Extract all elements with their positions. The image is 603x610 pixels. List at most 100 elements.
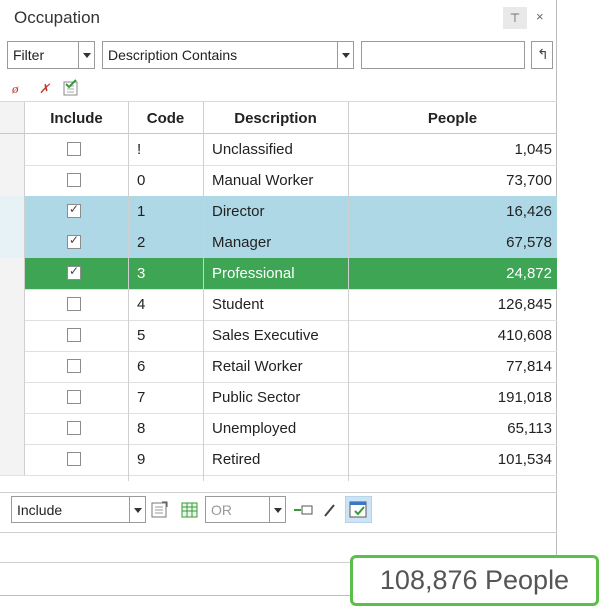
table-row[interactable]: 1 Director 16,426 [0, 196, 557, 227]
description-cell: Student [212, 296, 264, 313]
table-row[interactable]: 7 Public Sector 191,018 [0, 382, 557, 413]
code-cell: 2 [137, 234, 146, 251]
row-header[interactable] [0, 165, 25, 196]
table-row[interactable]: 5 Sales Executive 410,608 [0, 320, 557, 351]
include-checkbox[interactable] [67, 297, 81, 311]
pencil-icon[interactable] [322, 501, 338, 519]
apply-icon[interactable] [345, 496, 372, 523]
include-checkbox[interactable] [67, 233, 81, 249]
bottom-toolbar: Include OR [0, 492, 557, 526]
table-row[interactable]: 9 Retired 101,534 [0, 444, 557, 475]
apply-filter-button[interactable]: ↰ [531, 41, 553, 69]
row-header[interactable] [0, 227, 25, 258]
row-header[interactable] [0, 351, 25, 382]
include-checkbox[interactable] [67, 421, 81, 435]
include-checkbox[interactable] [67, 390, 81, 404]
people-cell: 410,608 [497, 327, 552, 344]
column-divider [128, 101, 129, 481]
row-header[interactable] [0, 320, 25, 351]
filter-mode-value: Filter [13, 47, 45, 63]
include-checkbox[interactable] [67, 452, 81, 466]
column-divider [203, 101, 204, 481]
pin-icon[interactable]: ⊤ [503, 7, 527, 29]
people-cell: 77,814 [506, 358, 552, 375]
people-cell: 16,426 [506, 203, 552, 220]
code-cell: 0 [137, 172, 146, 189]
column-header-include[interactable]: Include [25, 101, 128, 134]
table-row[interactable]: ! Unclassified 1,045 [0, 134, 557, 165]
filter-criterion-value: Description Contains [108, 47, 238, 63]
table-row[interactable]: 4 Student 126,845 [0, 289, 557, 320]
include-checkbox[interactable] [67, 328, 81, 342]
description-cell: Retail Worker [212, 358, 303, 375]
people-cell: 67,578 [506, 234, 552, 251]
include-checkbox[interactable] [67, 142, 81, 156]
row-header[interactable] [0, 444, 25, 475]
remove-selection-icon[interactable]: ✗ [36, 80, 52, 96]
description-cell: Professional [212, 265, 295, 282]
close-icon[interactable]: × [536, 9, 544, 24]
column-header-people[interactable]: People [348, 101, 557, 134]
edit-list-icon[interactable] [150, 500, 170, 520]
filter-mode-dropdown[interactable]: Filter [7, 41, 95, 69]
chevron-down-icon[interactable] [78, 42, 94, 68]
enter-icon: ↰ [537, 46, 549, 62]
people-cell: 126,845 [497, 296, 552, 313]
logic-value: OR [211, 502, 232, 518]
include-mode-dropdown[interactable]: Include [11, 496, 146, 523]
description-cell: Public Sector [212, 389, 301, 406]
table-row[interactable]: 6 Retail Worker 77,814 [0, 351, 557, 382]
table-row[interactable]: 0 Manual Worker 73,700 [0, 165, 557, 196]
row-header[interactable] [0, 134, 25, 165]
include-checkbox[interactable] [67, 202, 81, 218]
total-people-count: 108,876 People [350, 555, 599, 606]
description-cell: Director [212, 203, 265, 220]
row-header[interactable] [0, 196, 25, 227]
insert-icon[interactable] [292, 501, 314, 519]
row-header-corner [0, 101, 25, 134]
row-header[interactable] [0, 258, 25, 289]
column-header-code[interactable]: Code [128, 101, 203, 134]
include-checkbox[interactable] [67, 173, 81, 187]
people-cell: 191,018 [497, 389, 552, 406]
code-cell: 3 [137, 265, 146, 282]
status-divider [0, 532, 557, 533]
code-cell: 9 [137, 451, 146, 468]
chevron-down-icon[interactable] [269, 497, 285, 522]
logic-dropdown[interactable]: OR [205, 496, 286, 523]
description-cell: Unclassified [212, 141, 293, 158]
row-header[interactable] [0, 289, 25, 320]
code-cell: 8 [137, 420, 146, 437]
table-row[interactable]: 8 Unemployed 65,113 [0, 413, 557, 444]
chevron-down-icon[interactable] [129, 497, 145, 522]
people-cell: 101,534 [497, 451, 552, 468]
include-checkbox[interactable] [67, 359, 81, 373]
people-cell: 65,113 [507, 420, 552, 437]
panel-titlebar: Occupation ⊤ × [0, 0, 557, 38]
grid-view-icon[interactable] [180, 500, 200, 520]
clear-filter-icon[interactable]: ø [10, 80, 26, 96]
code-cell: 4 [137, 296, 146, 313]
description-cell: Retired [212, 451, 261, 468]
code-cell: 6 [137, 358, 146, 375]
select-all-icon[interactable] [62, 79, 80, 97]
row-header[interactable] [0, 413, 25, 444]
row-header[interactable] [0, 382, 25, 413]
include-checkbox[interactable] [67, 264, 81, 280]
table-row[interactable]: 3 Professional 24,872 [0, 258, 557, 289]
code-cell: 7 [137, 389, 146, 406]
table-row[interactable]: 2 Manager 67,578 [0, 227, 557, 258]
svg-text:ø: ø [11, 81, 19, 96]
description-cell: Unemployed [212, 420, 297, 437]
panel-title: Occupation [14, 8, 100, 27]
chevron-down-icon[interactable] [337, 42, 353, 68]
filter-criterion-dropdown[interactable]: Description Contains [102, 41, 354, 69]
occupation-panel: Occupation ⊤ × Filter Description Contai… [0, 0, 557, 596]
column-header-description[interactable]: Description [203, 101, 348, 134]
description-cell: Manual Worker [212, 172, 314, 189]
row-divider [0, 475, 557, 476]
description-cell: Manager [212, 234, 272, 251]
filter-value-input[interactable] [361, 41, 525, 69]
svg-text:✗: ✗ [39, 81, 51, 96]
people-cell: 1,045 [514, 141, 552, 158]
